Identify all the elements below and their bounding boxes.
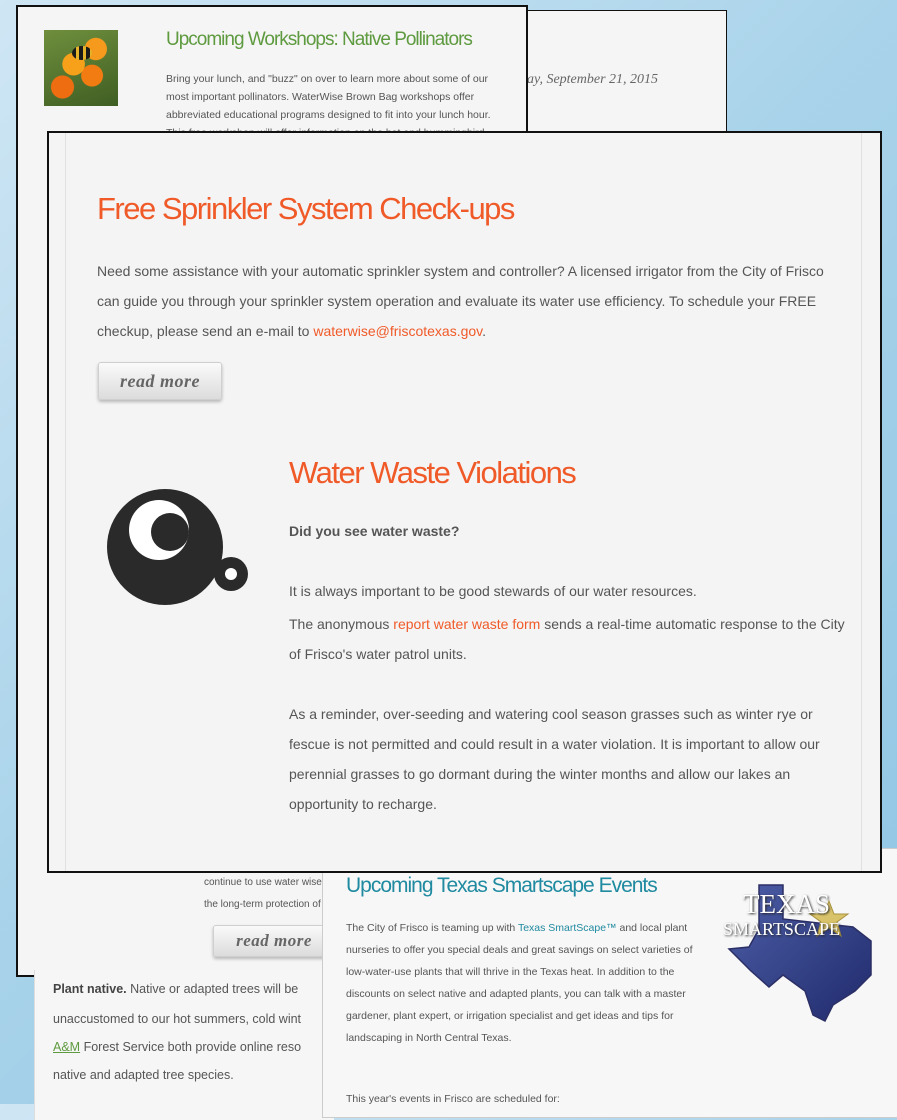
smartscape-intro-pre: The City of Frisco is teaming up with: [346, 922, 518, 934]
report-water-waste-link[interactable]: report water waste form: [393, 616, 540, 632]
am-forest-link[interactable]: A&M: [53, 1040, 80, 1054]
sprinkler-body: Need some assistance with your automatic…: [97, 256, 839, 346]
bee-icon: [72, 46, 92, 60]
plant-native-lead: Plant native.: [53, 982, 127, 996]
violations-paragraph2: As a reminder, over-seeding and watering…: [289, 706, 820, 812]
sprinkler-body-end: .: [482, 323, 487, 339]
violations-line2-pre: The anonymous: [289, 616, 394, 632]
main-content-card: Free Sprinkler System Check-ups Need som…: [47, 131, 882, 873]
smartscape-title[interactable]: Upcoming Texas Smartscape Events: [346, 874, 658, 898]
workshop-excerpt: Bring your lunch, and "buzz" on over to …: [166, 73, 491, 134]
tree-line-3: A&M Forest Service both provide online r…: [53, 1040, 301, 1054]
smartscape-events-line: This year's events in Frisco are schedul…: [346, 1093, 560, 1105]
post-date: nday, September 21, 2015: [513, 72, 659, 87]
violations-title[interactable]: Water Waste Violations: [289, 455, 577, 491]
workshop-fragment-line2: the long-term protection of o: [204, 899, 330, 910]
main-card-left-rule: [65, 133, 66, 871]
smartscape-card: Upcoming Texas Smartscape Events The Cit…: [322, 848, 897, 1118]
waterwise-email-link[interactable]: waterwise@friscotexas.gov: [313, 323, 482, 339]
workshop-title[interactable]: Upcoming Workshops: Native Pollinators: [166, 29, 473, 51]
tree-card: Plant native. Native or adapted trees wi…: [34, 970, 334, 1120]
logo-text-texas: TEXAS: [743, 889, 830, 919]
tree-line-4: native and adapted tree species.: [53, 1068, 234, 1082]
sprinkler-title[interactable]: Free Sprinkler System Check-ups: [97, 191, 515, 227]
tree-line-1: Plant native. Native or adapted trees wi…: [53, 982, 298, 996]
workshop-read-more-button[interactable]: read more: [213, 925, 335, 957]
violations-line2: The anonymous report water waste form se…: [289, 609, 849, 669]
smartscape-intro-post: and local plant nurseries to offer you s…: [346, 922, 693, 1044]
tree-line-1-text: Native or adapted trees will be: [126, 982, 299, 996]
workshop-thumbnail: [44, 30, 118, 106]
sprinkler-read-more-button[interactable]: read more: [98, 362, 222, 400]
workshop-fragment-line1: continue to use water wisely: [204, 877, 330, 888]
violations-question: Did you see water waste?: [289, 523, 460, 539]
texas-smartscape-link[interactable]: Texas SmartScape™: [518, 922, 617, 934]
texas-smartscape-logo: TEXAS SMARTSCAPE: [721, 879, 881, 1024]
tree-line-2: unaccustomed to our hot summers, cold wi…: [53, 1012, 302, 1026]
tree-line-3-text: Forest Service both provide online reso: [80, 1040, 302, 1054]
main-card-right-rule: [861, 133, 862, 871]
violations-line1: It is always important to be good stewar…: [289, 583, 697, 599]
logo-text-smartscape: SMARTSCAPE: [723, 919, 840, 939]
water-drop-icon: [107, 489, 248, 605]
smartscape-intro: The City of Frisco is teaming up with Te…: [346, 917, 701, 1049]
